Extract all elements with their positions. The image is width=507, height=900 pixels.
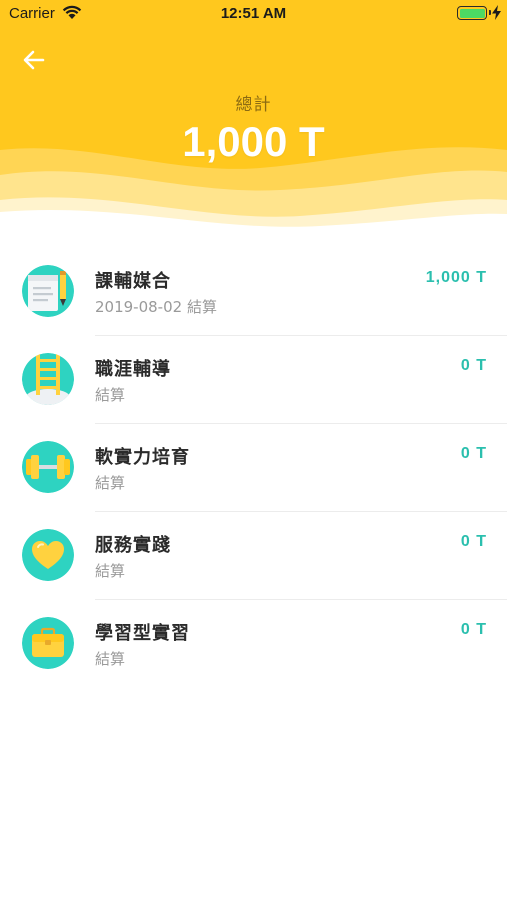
ladder-icon (22, 353, 74, 405)
item-title: 課輔媒合 (95, 271, 171, 292)
list-item-soft-skills[interactable]: 軟實力培育 結算 0 T (0, 424, 507, 512)
clock: 12:51 AM (220, 5, 287, 22)
arrow-left-icon (23, 50, 45, 70)
status-bar: Carrier 12:51 AM (0, 0, 507, 28)
item-amount: 1,000 T (425, 269, 487, 286)
item-title: 軟實力培育 (95, 447, 190, 468)
briefcase-icon (22, 617, 74, 669)
item-amount: 0 T (460, 357, 487, 374)
item-title: 學習型實習 (95, 623, 190, 644)
item-amount: 0 T (460, 445, 487, 462)
item-title: 服務實踐 (95, 535, 171, 556)
total-value: 1,000 T (182, 118, 325, 165)
header: Carrier 12:51 AM 總計 1,000 T (0, 0, 507, 230)
item-subtitle: 2019-08-02 結算 (95, 298, 217, 316)
total-label: 總計 (235, 95, 272, 115)
list-item-career[interactable]: 職涯輔導 結算 0 T (0, 336, 507, 424)
notebook-pencil-icon (22, 265, 74, 317)
list-item-internship[interactable]: 學習型實習 結算 0 T (0, 600, 507, 688)
back-button[interactable] (16, 45, 52, 75)
battery-nub (489, 10, 491, 15)
charging-icon (492, 5, 501, 20)
item-subtitle: 結算 (95, 562, 126, 580)
item-subtitle: 結算 (95, 474, 126, 492)
heart-icon (22, 529, 74, 581)
item-subtitle: 結算 (95, 650, 126, 668)
item-amount: 0 T (460, 621, 487, 638)
item-title: 職涯輔導 (95, 359, 171, 380)
list-item-tutoring[interactable]: 課輔媒合 2019-08-02 結算 1,000 T (0, 248, 507, 336)
item-subtitle: 結算 (95, 386, 126, 404)
item-amount: 0 T (460, 533, 487, 550)
category-list: 課輔媒合 2019-08-02 結算 1,000 T 職涯輔導 結算 0 T 軟… (0, 248, 507, 688)
dumbbell-icon (22, 441, 74, 493)
header-waves (0, 147, 507, 230)
list-item-service[interactable]: 服務實踐 結算 0 T (0, 512, 507, 600)
battery-icon (457, 6, 487, 20)
